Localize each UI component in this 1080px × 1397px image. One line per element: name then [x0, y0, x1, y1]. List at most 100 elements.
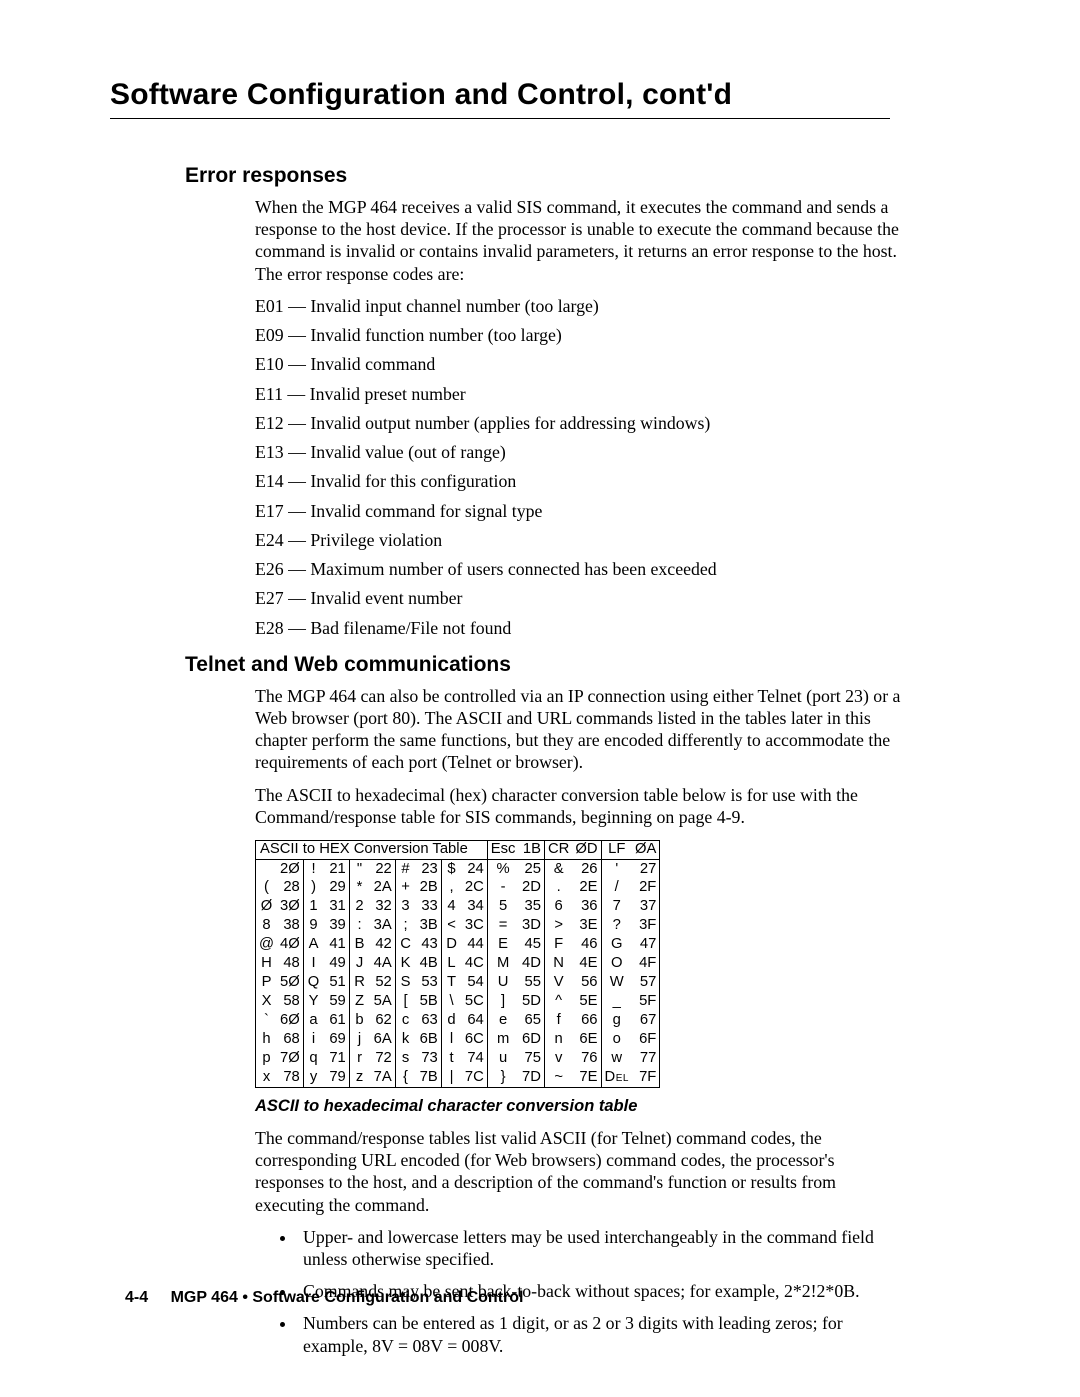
ascii-hex-cell: 32: [369, 898, 395, 917]
table-caption: ASCII to hexadecimal character conversio…: [255, 1096, 905, 1117]
ascii-char-cell: q: [303, 1050, 323, 1069]
ascii-hex-cell: 51: [323, 974, 349, 993]
ascii-hex-cell: 59: [323, 993, 349, 1012]
ascii-char-cell: c: [395, 1012, 415, 1031]
ascii-char-cell: W: [601, 974, 632, 993]
ascii-char-cell: b: [349, 1012, 369, 1031]
ascii-hex-cell: 64: [461, 1012, 487, 1031]
ascii-char-cell: \: [441, 993, 461, 1012]
ascii-hex-cell: 35: [518, 898, 544, 917]
ascii-hex-cell: 52: [369, 974, 395, 993]
ascii-hex-cell: 65: [518, 1012, 544, 1031]
ascii-hex-cell: 37: [632, 898, 660, 917]
ascii-char-cell: 1: [303, 898, 323, 917]
ascii-hex-cell: 7Ø: [277, 1050, 303, 1069]
ascii-char-cell: ?: [601, 917, 632, 936]
footer-text: MGP 464 • Software Configuration and Con…: [171, 1289, 524, 1306]
ascii-char-cell: I: [303, 955, 323, 974]
ascii-table-title: ASCII to HEX Conversion Table: [256, 841, 488, 860]
ascii-hex-cell: 22: [369, 860, 395, 879]
ascii-table-header-hex: ØD: [572, 841, 601, 860]
ascii-hex-cell: 68: [277, 1031, 303, 1050]
ascii-hex-cell: 2Ø: [277, 860, 303, 879]
page-content: Error responses When the MGP 464 receive…: [185, 150, 905, 1367]
ascii-char-cell: (: [256, 879, 278, 898]
error-code: E14 — Invalid for this configuration: [255, 470, 905, 492]
ascii-hex-cell: 29: [323, 879, 349, 898]
ascii-char-cell: F: [544, 936, 572, 955]
ascii-char-cell: >: [544, 917, 572, 936]
ascii-char-cell: {: [395, 1069, 415, 1088]
error-code: E26 — Maximum number of users connected …: [255, 558, 905, 580]
ascii-hex-cell: 27: [632, 860, 660, 879]
ascii-hex-cell: 58: [277, 993, 303, 1012]
ascii-char-cell: 7: [601, 898, 632, 917]
error-code: E11 — Invalid preset number: [255, 383, 905, 405]
ascii-hex-cell: 2D: [518, 879, 544, 898]
command-note-item: Upper- and lowercase letters may be used…: [297, 1226, 905, 1270]
ascii-hex-table: ASCII to HEX Conversion TableEsc1BCRØDLF…: [255, 840, 660, 1088]
ascii-hex-cell: 77: [632, 1050, 660, 1069]
ascii-hex-cell: 6F: [632, 1031, 660, 1050]
ascii-char-cell: 3: [395, 898, 415, 917]
table-caption-and-notes: ASCII to hexadecimal character conversio…: [255, 1096, 905, 1357]
ascii-char-cell: <: [441, 917, 461, 936]
ascii-char-cell: o: [601, 1031, 632, 1050]
ascii-char-cell: B: [349, 936, 369, 955]
ascii-char-cell: /: [601, 879, 632, 898]
ascii-hex-cell: 4E: [572, 955, 601, 974]
ascii-char-cell: X: [256, 993, 278, 1012]
ascii-char-cell: Del: [601, 1069, 632, 1088]
ascii-char-cell: *: [349, 879, 369, 898]
error-code: E10 — Invalid command: [255, 353, 905, 375]
ascii-hex-cell: 6Ø: [277, 1012, 303, 1031]
ascii-hex-cell: 66: [572, 1012, 601, 1031]
ascii-char-cell: #: [395, 860, 415, 879]
ascii-char-cell: -: [487, 879, 518, 898]
ascii-hex-cell: 78: [277, 1069, 303, 1088]
ascii-hex-cell: 4Ø: [277, 936, 303, 955]
ascii-char-cell: a: [303, 1012, 323, 1031]
ascii-char-cell: U: [487, 974, 518, 993]
ascii-char-cell: ,: [441, 879, 461, 898]
ascii-hex-cell: 5C: [461, 993, 487, 1012]
ascii-char-cell: |: [441, 1069, 461, 1088]
ascii-char-cell: A: [303, 936, 323, 955]
ascii-hex-cell: 63: [415, 1012, 441, 1031]
ascii-char-cell: %: [487, 860, 518, 879]
ascii-hex-cell: 26: [572, 860, 601, 879]
page-footer: 4-4 MGP 464 • Software Configuration and…: [125, 1289, 523, 1307]
ascii-char-cell: [: [395, 993, 415, 1012]
ascii-char-cell: H: [256, 955, 278, 974]
ascii-char-cell: Z: [349, 993, 369, 1012]
ascii-char-cell: @: [256, 936, 278, 955]
ascii-char-cell: P: [256, 974, 278, 993]
ascii-hex-cell: 24: [461, 860, 487, 879]
error-code: E13 — Invalid value (out of range): [255, 441, 905, 463]
ascii-char-cell: p: [256, 1050, 278, 1069]
ascii-hex-cell: 54: [461, 974, 487, 993]
ascii-hex-cell: 3D: [518, 917, 544, 936]
ascii-hex-cell: 75: [518, 1050, 544, 1069]
ascii-char-cell: O: [601, 955, 632, 974]
ascii-hex-cell: 5E: [572, 993, 601, 1012]
ascii-hex-cell: 2C: [461, 879, 487, 898]
ascii-char-cell: 5: [487, 898, 518, 917]
ascii-hex-cell: 3E: [572, 917, 601, 936]
ascii-hex-cell: 49: [323, 955, 349, 974]
ascii-char-cell: z: [349, 1069, 369, 1088]
ascii-hex-cell: 38: [277, 917, 303, 936]
ascii-char-cell: }: [487, 1069, 518, 1088]
ascii-char-cell: Y: [303, 993, 323, 1012]
ascii-hex-cell: 7D: [518, 1069, 544, 1088]
ascii-char-cell: r: [349, 1050, 369, 1069]
ascii-char-cell: 9: [303, 917, 323, 936]
ascii-char-cell: R: [349, 974, 369, 993]
ascii-char-cell: 4: [441, 898, 461, 917]
ascii-hex-cell: 55: [518, 974, 544, 993]
ascii-hex-cell: 28: [277, 879, 303, 898]
ascii-hex-cell: 62: [369, 1012, 395, 1031]
ascii-char-cell: +: [395, 879, 415, 898]
ascii-char-cell: ;: [395, 917, 415, 936]
ascii-char-cell: =: [487, 917, 518, 936]
